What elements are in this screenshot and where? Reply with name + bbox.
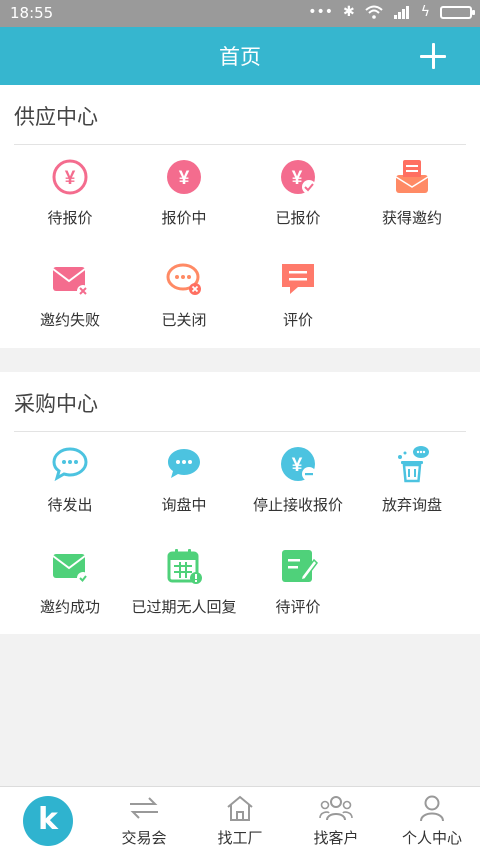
purchase-item-stop-receiving-quotes[interactable]: ¥ 停止接收报价 <box>241 444 355 515</box>
svg-text:¥: ¥ <box>179 168 190 189</box>
item-label: 停止接收报价 <box>252 496 343 514</box>
item-label: 获得邀约 <box>381 209 442 227</box>
svg-text:¥: ¥ <box>65 168 76 189</box>
battery-icon <box>440 5 475 19</box>
chat-filled-icon <box>168 449 200 478</box>
bluetooth-icon: ✱ <box>343 4 355 20</box>
yen-filled-icon: ¥ <box>167 160 201 194</box>
item-label: 待评价 <box>275 598 321 616</box>
wifi-icon <box>365 5 383 19</box>
item-label: 询盘中 <box>161 496 207 514</box>
yen-check-icon: ¥ <box>281 160 316 194</box>
item-label: 报价中 <box>161 209 207 227</box>
purchase-item-pending-review[interactable]: 待评价 <box>241 546 355 617</box>
svg-text:¥: ¥ <box>292 455 303 476</box>
item-label: 待发出 <box>47 496 93 514</box>
yen-outline-icon: ¥ <box>52 159 88 195</box>
supply-item-pending-quote[interactable]: ¥ 待报价 <box>13 157 127 228</box>
home-icon <box>227 795 253 821</box>
add-button[interactable] <box>420 43 446 69</box>
charging-icon: ϟ <box>420 4 430 20</box>
trash-chat-icon <box>398 446 429 483</box>
status-icons: ••• ✱ ϟ <box>308 4 475 20</box>
supply-item-quoted[interactable]: ¥ 已报价 <box>241 157 355 228</box>
yen-stop-icon: ¥ <box>281 447 316 481</box>
nav-label: 找客户 <box>313 829 359 847</box>
supply-item-review[interactable]: 评价 <box>241 259 355 330</box>
people-icon <box>319 796 353 821</box>
item-label: 已关闭 <box>161 311 207 329</box>
edit-review-icon <box>282 550 318 582</box>
divider <box>14 144 466 145</box>
invitation-received-icon <box>395 160 429 193</box>
home-logo-button[interactable]: k <box>23 796 73 846</box>
supply-item-invitation-failed[interactable]: 邀约失败 <box>13 259 127 330</box>
divider <box>14 431 466 432</box>
svg-text:¥: ¥ <box>292 168 303 189</box>
calendar-expired-icon <box>167 549 202 584</box>
app-bar: 首页 <box>0 27 480 85</box>
supply-item-invitation-received[interactable]: 获得邀约 <box>355 157 469 228</box>
purchase-item-abandon-inquiry[interactable]: 放弃询盘 <box>355 444 469 515</box>
supply-center-section: 供应中心 ¥ 待报价 ¥ 报价中 ¥ 已报价 获得邀约 邀约失败 已关闭 评价 <box>0 85 480 348</box>
nav-label: 交易会 <box>121 829 167 847</box>
item-label: 评价 <box>282 311 313 329</box>
envelope-success-icon <box>52 554 89 584</box>
supply-item-closed[interactable]: 已关闭 <box>127 259 241 330</box>
section-title: 供应中心 <box>14 105 98 129</box>
purchase-item-pending-send[interactable]: 待发出 <box>13 444 127 515</box>
page-title: 首页 <box>219 45 261 69</box>
purchase-item-invitation-success[interactable]: 邀约成功 <box>13 546 127 617</box>
review-icon <box>282 264 314 294</box>
signal-icon <box>393 6 409 19</box>
nav-label: 个人中心 <box>401 829 462 847</box>
item-label: 邀约失败 <box>39 311 100 329</box>
item-label: 待报价 <box>47 209 93 227</box>
item-label: 邀约成功 <box>39 598 100 616</box>
section-title: 采购中心 <box>14 392 98 416</box>
more-dots-icon: ••• <box>308 4 334 20</box>
item-label: 已报价 <box>275 209 321 227</box>
status-time: 18:55 <box>10 4 54 22</box>
envelope-failed-icon <box>52 267 89 297</box>
purchase-item-expired-no-reply[interactable]: 已过期无人回复 <box>127 546 241 617</box>
item-label: 已过期无人回复 <box>131 598 237 616</box>
item-label: 放弃询盘 <box>381 496 442 514</box>
supply-item-quoting[interactable]: ¥ 报价中 <box>127 157 241 228</box>
status-bar: 18:55 ••• ✱ ϟ <box>0 0 480 27</box>
nav-trade-fair[interactable]: 交易会 <box>96 787 192 853</box>
chat-closed-icon <box>166 263 201 295</box>
nav-label: 找工厂 <box>217 829 263 847</box>
nav-find-customer[interactable]: 找客户 <box>288 787 384 853</box>
bottom-navigation: k 交易会 找工厂 找客户 个人中心 <box>0 786 480 853</box>
nav-find-factory[interactable]: 找工厂 <box>192 787 288 853</box>
nav-personal-center[interactable]: 个人中心 <box>384 787 480 853</box>
user-icon <box>420 795 444 822</box>
purchase-item-inquiring[interactable]: 询盘中 <box>127 444 241 515</box>
exchange-icon <box>130 797 158 819</box>
purchase-center-section: 采购中心 待发出 询盘中 ¥ 停止接收报价 放弃询盘 邀约成功 已过期无人回复 … <box>0 372 480 634</box>
chat-outline-icon <box>52 447 88 482</box>
